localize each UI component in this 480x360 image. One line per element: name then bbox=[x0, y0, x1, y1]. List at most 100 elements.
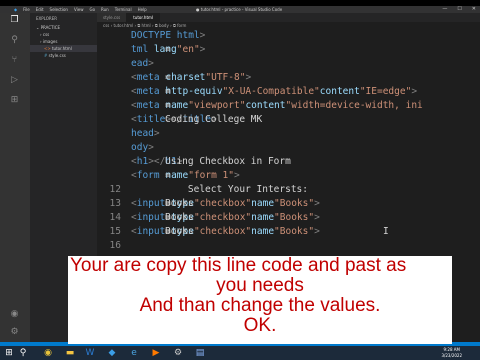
code-token: "viewport" bbox=[188, 100, 246, 111]
code-line[interactable]: ody> bbox=[97, 141, 480, 155]
code-line[interactable]: <form name = "form 1"> bbox=[97, 169, 480, 183]
close-button[interactable]: ✕ bbox=[472, 6, 476, 13]
menu-run[interactable]: Run bbox=[101, 6, 109, 13]
run-debug-icon[interactable]: ▷ bbox=[8, 75, 21, 86]
menu-go[interactable]: Go bbox=[89, 6, 95, 13]
minimize-button[interactable]: — bbox=[442, 6, 447, 13]
file-tutor-html[interactable]: <> tutor.html bbox=[30, 45, 97, 52]
code-line[interactable]: DOCTYPE html> bbox=[97, 29, 480, 43]
menu-help[interactable]: Help bbox=[138, 6, 147, 13]
workspace-name: PRACTICE bbox=[40, 25, 61, 30]
code-line[interactable]: 12 Select Your Intersts: bbox=[97, 183, 480, 197]
line-number: 13 bbox=[109, 198, 121, 209]
code-token: "checkbox" bbox=[193, 212, 252, 223]
menu-terminal[interactable]: Terminal bbox=[115, 6, 132, 13]
files-icon[interactable]: ❐ bbox=[8, 15, 21, 26]
code-text: ead> bbox=[131, 57, 154, 71]
folder-images[interactable]: › images bbox=[30, 38, 97, 45]
code-token: > bbox=[199, 44, 206, 55]
file-style-css[interactable]: # style.css bbox=[30, 52, 97, 59]
search-icon[interactable]: ⚲ bbox=[18, 348, 28, 358]
code-token: > bbox=[314, 198, 320, 209]
tab-tutor-html[interactable]: tutor.html bbox=[127, 13, 161, 22]
code-token: "width=device-width, ini bbox=[285, 100, 423, 111]
code-token: Coding College MK bbox=[165, 114, 263, 125]
code-token: title bbox=[136, 114, 166, 125]
code-token: = bbox=[165, 44, 171, 55]
code-line[interactable]: ead> bbox=[97, 57, 480, 71]
menu-selection[interactable]: Selection bbox=[50, 6, 68, 13]
code-area[interactable]: DOCTYPE html> tml lang = "en"> ead> <meta ch… bbox=[97, 29, 480, 253]
edge-icon[interactable]: e bbox=[128, 348, 140, 358]
extensions-icon[interactable]: ⊞ bbox=[8, 95, 21, 106]
folder-css[interactable]: › css bbox=[30, 31, 97, 38]
code-token: Using Checkbox in Form bbox=[165, 156, 291, 167]
caption-line: OK. bbox=[243, 315, 277, 336]
code-token: > bbox=[148, 58, 154, 69]
explorer-header: EXPLORER bbox=[36, 16, 57, 21]
code-line[interactable]: <h1> Using Checkbox in Form </h1> bbox=[97, 155, 480, 169]
code-text: <title> Coding College MK </title> bbox=[131, 113, 262, 127]
code-line[interactable]: 14 <input type = "checkbox" name = "Books"> B… bbox=[97, 211, 480, 225]
code-token: "form 1" bbox=[188, 170, 234, 181]
line-number: 14 bbox=[109, 212, 121, 223]
menu-bar: ◆ File Edit Selection View Go Run Termin… bbox=[14, 6, 147, 13]
source-control-icon[interactable]: ⑂ bbox=[8, 55, 21, 66]
menu-edit[interactable]: Edit bbox=[36, 6, 44, 13]
code-line[interactable]: <meta http-equiv = "X-UA-Compatible" conte… bbox=[97, 85, 480, 99]
code-token: meta bbox=[136, 72, 166, 83]
code-line[interactable]: <title> Coding College MK </title> bbox=[97, 113, 480, 127]
code-line[interactable]: <meta charset = "UTF-8"> bbox=[97, 71, 480, 85]
code-line[interactable]: tml lang = "en"> bbox=[97, 43, 480, 57]
code-line[interactable]: <meta name = "viewport" content = "width=dev… bbox=[97, 99, 480, 113]
code-token: form bbox=[136, 170, 166, 181]
code-token: > bbox=[234, 170, 240, 181]
code-token: > bbox=[199, 30, 206, 41]
code-token: "Books" bbox=[274, 198, 315, 209]
workspace-folder[interactable]: ⌄ PRACTICE bbox=[30, 24, 97, 31]
code-text: <input type = "checkbox" name = "Books"> Book… bbox=[131, 225, 320, 239]
html-file-icon: <> bbox=[44, 46, 51, 51]
code-token: "Books" bbox=[274, 226, 315, 237]
vscode-icon[interactable]: ◆ bbox=[106, 348, 118, 358]
code-token: > bbox=[314, 226, 320, 237]
code-token: Books bbox=[165, 212, 194, 223]
menu-file[interactable]: File bbox=[23, 6, 30, 13]
code-token: "X-UA-Compatible" bbox=[222, 86, 320, 97]
code-token: h1 bbox=[136, 156, 149, 167]
text-cursor: I bbox=[383, 226, 389, 237]
explorer-icon[interactable]: ▬ bbox=[64, 348, 76, 358]
activity-bar: ❐ ⚲ ⑂ ▷ ⊞ ◉ ⚙ bbox=[0, 13, 30, 342]
word-icon[interactable]: W bbox=[84, 348, 96, 358]
editor-tabs: style.css tutor.html bbox=[97, 13, 480, 22]
code-token: "en" bbox=[176, 44, 200, 55]
window-controls: — ☐ ✕ bbox=[442, 6, 476, 13]
code-line[interactable]: 15 <input type = "checkbox" name = "Books"> B… bbox=[97, 225, 480, 239]
file-label: style.css bbox=[48, 53, 66, 58]
line-number: 12 bbox=[109, 184, 121, 195]
code-line[interactable]: 16 bbox=[97, 239, 480, 253]
settings-icon[interactable]: ⚙ bbox=[172, 348, 184, 358]
search-icon[interactable]: ⚲ bbox=[8, 35, 21, 46]
menu-view[interactable]: View bbox=[74, 6, 84, 13]
media-icon[interactable]: ▶ bbox=[150, 348, 162, 358]
code-text: head> bbox=[131, 127, 160, 141]
editor-background bbox=[452, 256, 480, 342]
code-line[interactable]: head> bbox=[97, 127, 480, 141]
code-token: > bbox=[314, 212, 320, 223]
tab-style-css[interactable]: style.css bbox=[97, 13, 128, 22]
breadcrumb[interactable]: css › tutor.html › ⧉ html › ⧉ body › ⧉ f… bbox=[97, 22, 480, 29]
start-icon[interactable]: ⊞ bbox=[4, 348, 14, 358]
taskbar-clock[interactable]: 9:28 AM 3/23/2022 bbox=[441, 347, 462, 359]
maximize-button[interactable]: ☐ bbox=[457, 6, 461, 13]
vscode-logo-icon: ◆ bbox=[14, 7, 18, 12]
code-token: > bbox=[148, 142, 154, 153]
code-token: name bbox=[251, 226, 275, 237]
notepad-icon[interactable]: ▤ bbox=[194, 348, 206, 358]
settings-gear-icon[interactable]: ⚙ bbox=[8, 327, 21, 338]
code-text: <h1> Using Checkbox in Form </h1> bbox=[131, 155, 291, 169]
account-icon[interactable]: ◉ bbox=[8, 309, 21, 320]
chrome-icon[interactable]: ◉ bbox=[42, 348, 54, 358]
code-line[interactable]: 13 <input type = "checkbox" name = "Books"> B… bbox=[97, 197, 480, 211]
code-token: = bbox=[165, 170, 171, 181]
